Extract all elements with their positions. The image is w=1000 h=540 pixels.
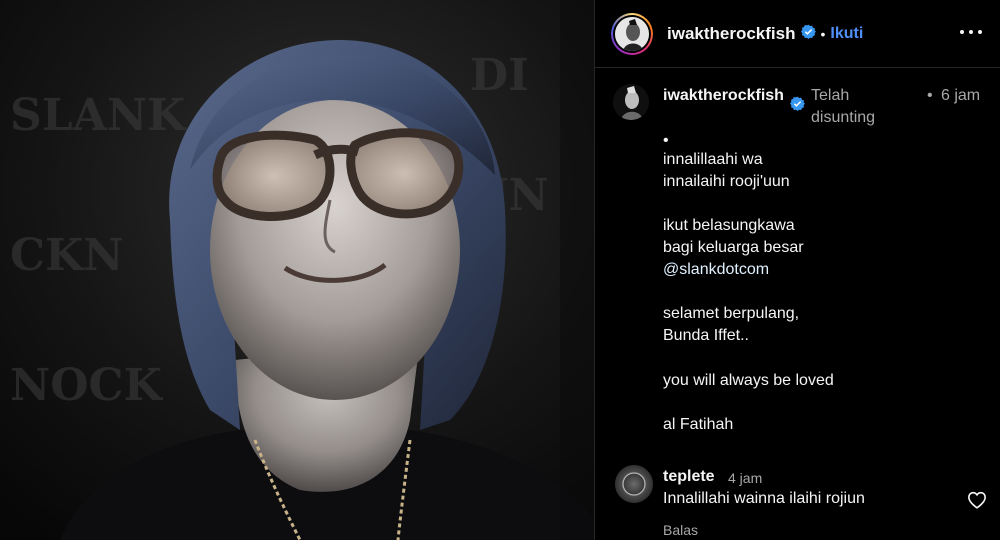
portrait-image: SLANK CKN NOCK DI UN bbox=[0, 0, 594, 540]
follow-button[interactable]: Ikuti bbox=[830, 25, 863, 43]
caption-line: bagi keluarga besar bbox=[663, 239, 804, 256]
comment-text: Innalillahi wainna ilaihi rojiun bbox=[663, 490, 865, 507]
caption-timestamp[interactable]: 6 jam bbox=[941, 85, 981, 107]
commenter-avatar[interactable] bbox=[615, 465, 653, 503]
edited-label: Telah disunting bbox=[811, 87, 876, 126]
mention-link[interactable]: @slankdotcom bbox=[663, 259, 983, 281]
post-header: iwaktherockfish • Ikuti bbox=[595, 0, 1000, 68]
like-heart-icon[interactable] bbox=[967, 491, 987, 514]
comment-timestamp[interactable]: 4 jam bbox=[728, 470, 762, 486]
more-options-icon[interactable] bbox=[960, 22, 982, 42]
reply-button[interactable]: Balas bbox=[663, 522, 698, 538]
caption-line: you will always be loved bbox=[663, 372, 834, 389]
caption-line: ikut belasungkawa bbox=[663, 217, 795, 234]
caption-line: innalillaahi wa bbox=[663, 151, 763, 168]
svg-text:NOCK: NOCK bbox=[10, 360, 164, 411]
caption-line: selamet berpulang, bbox=[663, 305, 800, 322]
commenter-username[interactable]: teplete bbox=[663, 468, 715, 486]
svg-text:DI: DI bbox=[470, 50, 529, 101]
svg-text:CKN: CKN bbox=[10, 230, 123, 281]
caption-author-avatar[interactable] bbox=[613, 84, 649, 120]
author-username[interactable]: iwaktherockfish bbox=[667, 24, 796, 44]
header-separator: • bbox=[820, 25, 826, 42]
caption-line: al Fatihah bbox=[663, 416, 734, 433]
caption-verified-badge-icon bbox=[790, 96, 805, 116]
caption-username[interactable]: iwaktherockfish bbox=[663, 85, 789, 107]
caption-separator: • bbox=[927, 87, 933, 104]
author-avatar[interactable] bbox=[615, 16, 649, 51]
caption-line: Bunda Iffet.. bbox=[663, 327, 749, 344]
post-photo: SLANK CKN NOCK DI UN bbox=[0, 0, 594, 540]
verified-badge-icon bbox=[800, 24, 816, 44]
svg-text:SLANK: SLANK bbox=[10, 90, 187, 141]
story-ring[interactable] bbox=[611, 12, 653, 55]
caption-line: innailaihi rooji'uun bbox=[663, 173, 790, 190]
post-detail-panel: iwaktherockfish • Ikuti iwaktherockfish … bbox=[594, 0, 1000, 540]
